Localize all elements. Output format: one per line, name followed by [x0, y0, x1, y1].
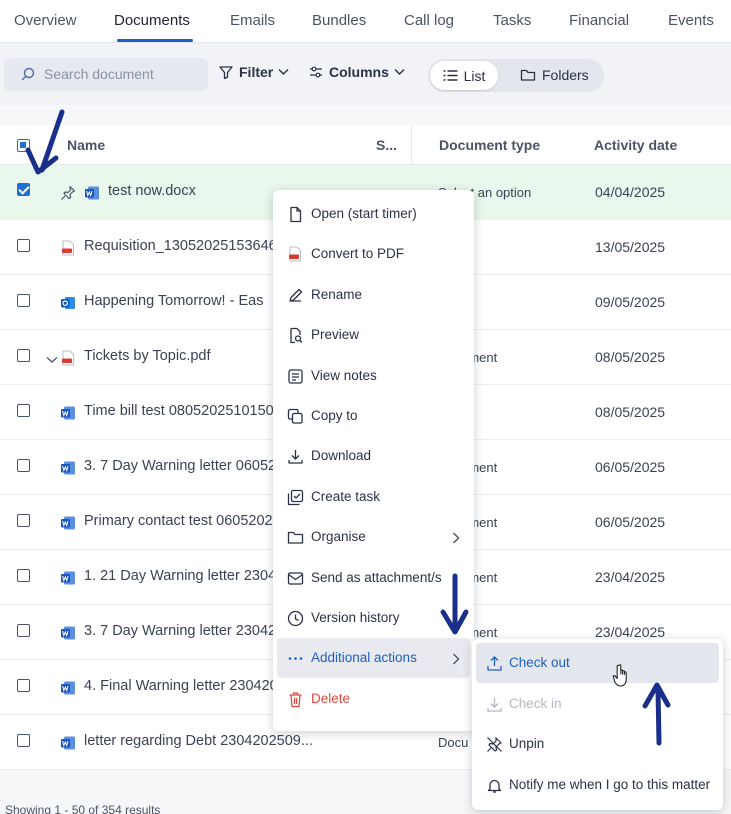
arrow-to-check-out-icon: [655, 687, 662, 746]
app-root: Overview Documents Emails Bundles Call l…: [0, 0, 731, 814]
annotation-arrows: [25, 109, 671, 746]
